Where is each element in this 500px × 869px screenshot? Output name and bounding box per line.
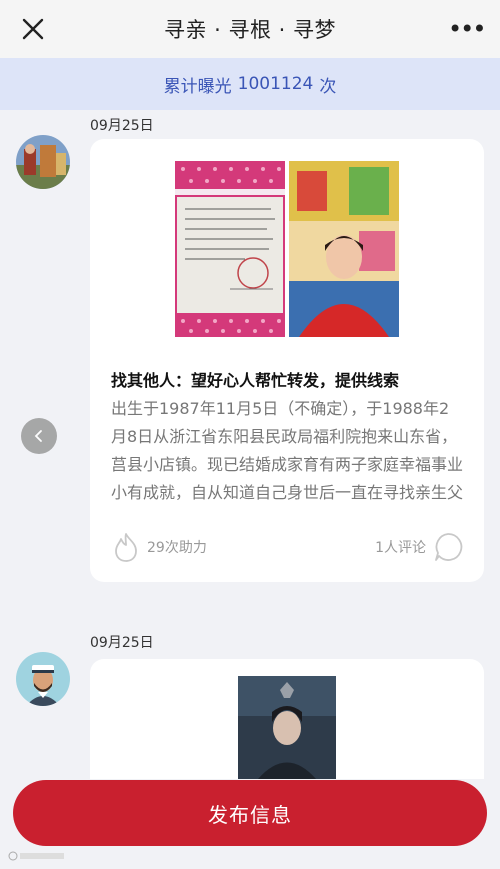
portrait-photo[interactable] (289, 161, 399, 337)
exposure-count: 1001124 (237, 74, 314, 94)
post-card[interactable]: 找其他人：望好心人帮忙转发，提供线索 出生于1987年11月5日（不确定），于1… (90, 139, 484, 582)
assist-count: 29次助力 (147, 540, 207, 556)
assist-button[interactable]: 29次助力 (111, 531, 213, 563)
comment-button[interactable]: 1人评论 (369, 531, 464, 563)
exposure-banner: 累计曝光 1001124 次 (0, 58, 500, 110)
post-date: 09月25日 (90, 118, 154, 134)
publish-button[interactable]: 发布信息 (13, 780, 487, 846)
exposure-label: 累计曝光 (163, 76, 232, 97)
post-photo[interactable] (238, 676, 336, 779)
exposure-unit: 次 (319, 76, 337, 97)
avatar[interactable] (16, 135, 70, 189)
close-icon[interactable] (18, 14, 48, 44)
flame-icon (115, 533, 137, 562)
watermark-logo (8, 850, 68, 865)
page-title: 寻亲 · 寻根 · 寻梦 (163, 18, 337, 42)
post-date: 09月25日 (90, 635, 154, 651)
post-footer: 29次助力 1人评论 (111, 529, 464, 565)
post-body: 出生于1987年11月5日（不确定），于1988年2月8日从浙江省东阳县民政局福… (111, 399, 463, 502)
top-bar: 寻亲 · 寻根 · 寻梦 ••• (0, 0, 500, 58)
avatar[interactable] (16, 652, 70, 706)
post-card[interactable] (90, 659, 484, 779)
comment-icon (435, 533, 463, 561)
chevron-left-icon[interactable] (21, 418, 57, 454)
document-photo[interactable] (175, 161, 285, 337)
more-icon[interactable]: ••• (448, 17, 486, 41)
comment-count: 1人评论 (375, 540, 426, 556)
post-title: 找其他人：望好心人帮忙转发，提供线索 (111, 371, 400, 390)
